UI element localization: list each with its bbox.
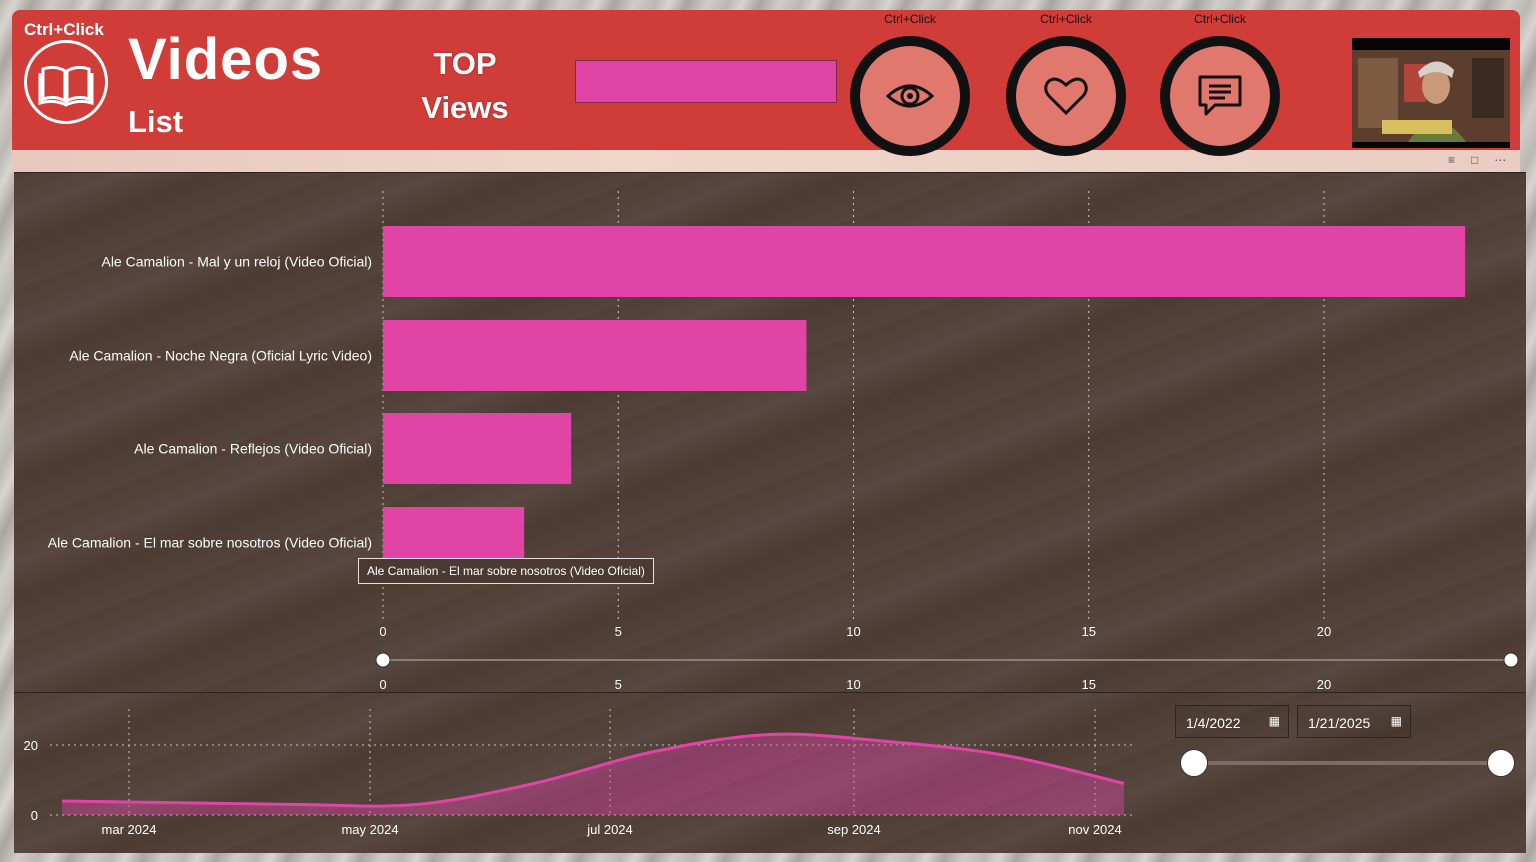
calendar-icon[interactable]: ▦ [1269, 714, 1280, 728]
chart-tooltip: Ale Camalion - El mar sobre nosotros (Vi… [358, 558, 654, 584]
date-range-end-handle[interactable] [1487, 749, 1515, 777]
top-views-line1: TOP [433, 46, 497, 81]
end-date-input[interactable]: 1/21/2025 ▦ [1297, 705, 1411, 738]
x-tick-label: sep 2024 [827, 822, 881, 837]
x-tick-label: 5 [615, 624, 622, 639]
views-button-ring [850, 36, 970, 156]
y-tick-label: 0 [31, 808, 38, 823]
y-tick-label: 20 [24, 738, 38, 753]
x-tick-label: 15 [1082, 624, 1096, 639]
category-label: Ale Camalion - Reflejos (Video Oficial) [134, 441, 372, 457]
comments-button-face [1170, 46, 1270, 146]
start-date-input[interactable]: 1/4/2022 ▦ [1175, 705, 1289, 738]
likes-button-hint: Ctrl+Click [1040, 12, 1092, 26]
likes-button[interactable]: Ctrl+Click [1006, 12, 1126, 156]
x-tick-label: may 2024 [341, 822, 398, 837]
category-label: Ale Camalion - Mal y un reloj (Video Ofi… [101, 254, 372, 270]
calendar-icon[interactable]: ▦ [1391, 714, 1402, 728]
page-title: Videos [128, 27, 324, 92]
views-button[interactable]: Ctrl+Click [850, 12, 970, 156]
x-tick-label: 20 [1317, 624, 1331, 639]
likes-button-ring [1006, 36, 1126, 156]
x-tick-label: 10 [846, 624, 860, 639]
zoom-slider-start-handle[interactable] [375, 652, 391, 668]
zoom-tick-label: 15 [1082, 677, 1096, 692]
comments-button-ring [1160, 36, 1280, 156]
bar[interactable] [383, 226, 1466, 297]
likes-button-face [1016, 46, 1116, 146]
top-views-line2: Views [421, 90, 509, 125]
header-divider [12, 150, 1520, 172]
category-label: Ale Camalion - El mar sobre nosotros (Vi… [48, 535, 372, 551]
more-options-icon[interactable]: ⋯ [1494, 153, 1506, 167]
bar[interactable] [383, 320, 807, 391]
eye-icon [885, 84, 935, 108]
end-date-value: 1/21/2025 [1308, 715, 1371, 731]
start-date-value: 1/4/2022 [1186, 715, 1241, 731]
heart-icon [1044, 77, 1088, 116]
x-tick-label: jul 2024 [586, 822, 633, 837]
views-button-face [860, 46, 960, 146]
date-range-track[interactable] [1194, 761, 1502, 765]
ctrl-click-hint: Ctrl+Click [24, 20, 104, 39]
top-views-label: TOP Views [412, 42, 518, 130]
video-thumbnail[interactable] [1352, 38, 1510, 148]
category-label: Ale Camalion - Noche Negra (Oficial Lyri… [69, 348, 372, 364]
views-over-time-chart: mar 2024 may 2024 jul 2024 sep 2024 nov 2024… [24, 709, 1134, 837]
bar-chart-svg: 0 0 5 5 10 10 15 15 20 20 Ale Camalion - Mal y un … [48, 191, 1519, 692]
comment-icon [1198, 75, 1242, 116]
focus-mode-icon[interactable]: □ [1471, 153, 1478, 167]
x-tick-label: 0 [379, 624, 386, 639]
page-subtitle: List [128, 104, 184, 139]
bar[interactable] [383, 413, 572, 484]
x-tick-label: mar 2024 [102, 822, 157, 837]
zoom-slider-end-handle[interactable] [1503, 652, 1519, 668]
zoom-tick-label: 20 [1317, 677, 1331, 692]
zoom-tick-label: 10 [846, 677, 860, 692]
views-button-hint: Ctrl+Click [884, 12, 936, 26]
zoom-tick-label: 0 [379, 677, 386, 692]
video-slicer-box[interactable] [575, 60, 837, 103]
comments-button[interactable]: Ctrl+Click [1160, 12, 1280, 156]
x-tick-label: nov 2024 [1068, 822, 1122, 837]
filter-icon[interactable]: ≡ [1448, 153, 1455, 167]
zoom-tick-label: 5 [615, 677, 622, 692]
visual-header-icons: ≡ □ ⋯ [1448, 153, 1522, 167]
book-icon[interactable] [24, 40, 108, 124]
top-views-bar-chart: 0 0 5 5 10 10 15 15 20 20 Ale Camalion - Mal y un … [14, 172, 1526, 693]
timeline-panel: mar 2024 may 2024 jul 2024 sep 2024 nov 2024… [14, 692, 1526, 853]
date-range-start-handle[interactable] [1180, 749, 1208, 777]
comments-button-hint: Ctrl+Click [1194, 12, 1246, 26]
